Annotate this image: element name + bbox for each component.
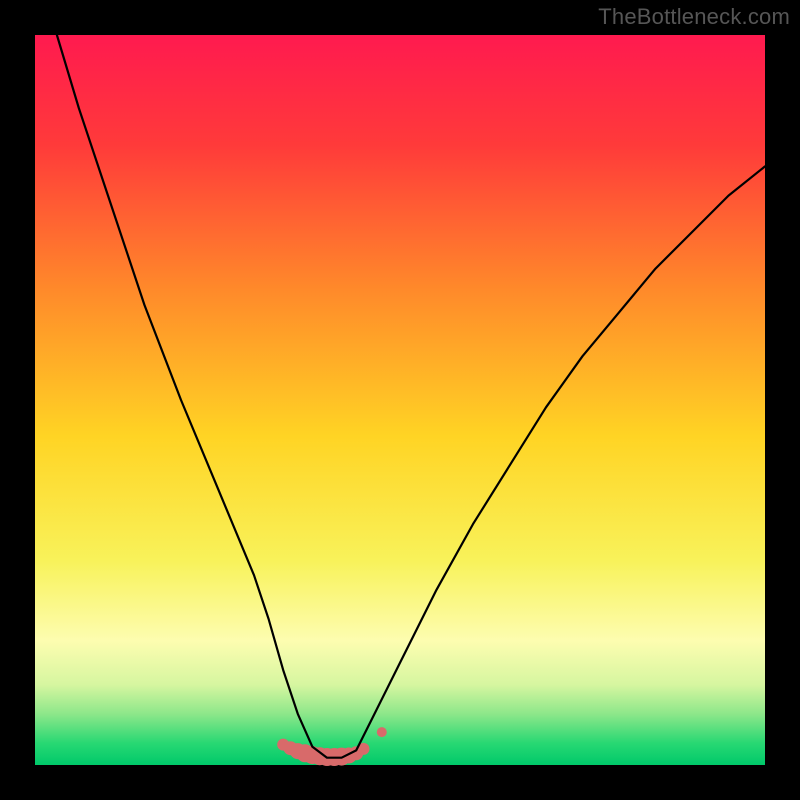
chart-stage: TheBottleneck.com — [0, 0, 800, 800]
marker-dot — [377, 727, 387, 737]
watermark-text: TheBottleneck.com — [598, 4, 790, 30]
plot-background — [35, 35, 765, 765]
bottleneck-plot — [0, 0, 800, 800]
